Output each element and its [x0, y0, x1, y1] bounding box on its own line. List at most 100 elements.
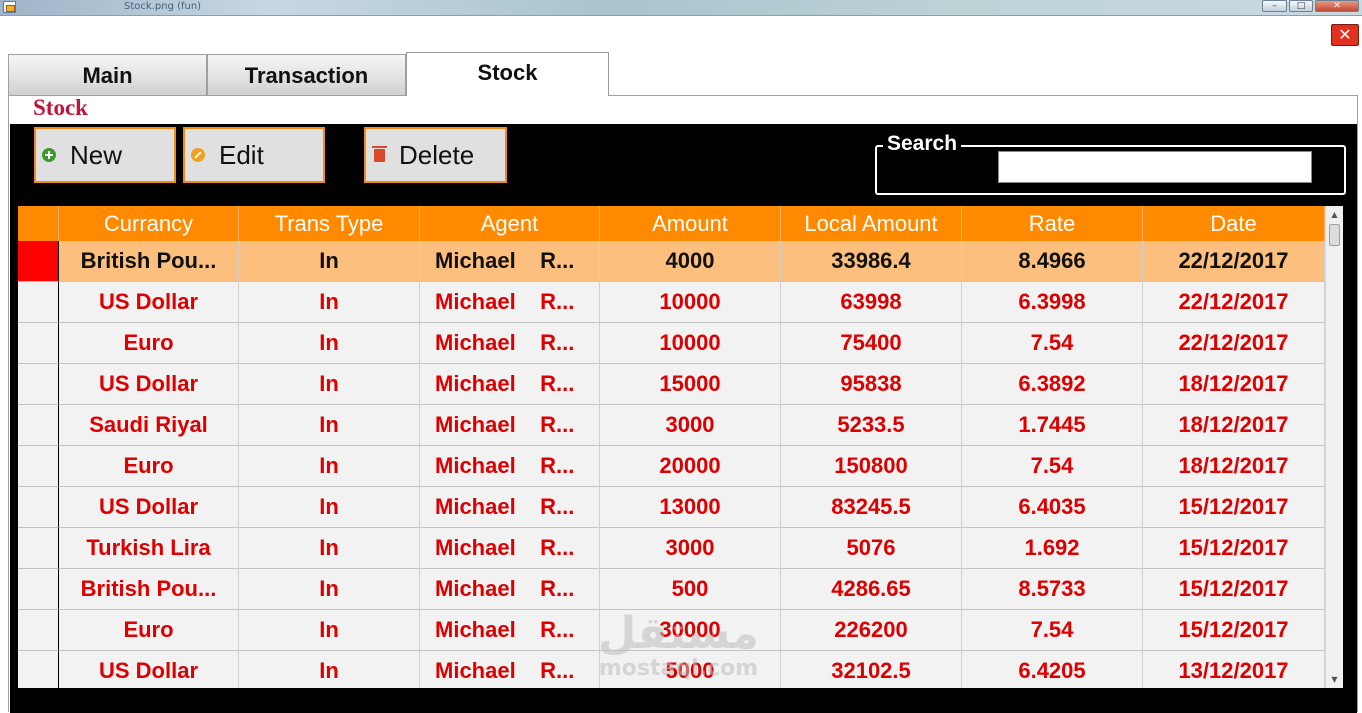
table-cell[interactable]: Michael R...	[420, 241, 600, 282]
table-cell[interactable]: In	[239, 610, 420, 651]
table-cell[interactable]: 15/12/2017	[1143, 569, 1325, 610]
row-selector[interactable]	[18, 405, 59, 446]
table-cell[interactable]: 32102.5	[781, 651, 962, 688]
table-row[interactable]: US Dollar In Michael R... 5000 32102.5 6.4205…	[18, 651, 1325, 688]
tab-transaction[interactable]: Transaction	[207, 54, 406, 96]
table-cell[interactable]: 13/12/2017	[1143, 651, 1325, 688]
stock-grid[interactable]: Currancy Trans Type Agent Amount Local Amoun…	[18, 206, 1325, 688]
table-cell[interactable]: 83245.5	[781, 487, 962, 528]
row-selector[interactable]	[18, 610, 59, 651]
table-cell[interactable]: 30000	[600, 610, 781, 651]
tab-stock[interactable]: Stock	[406, 52, 609, 96]
new-button[interactable]: New	[34, 127, 176, 183]
table-cell[interactable]: Euro	[59, 610, 239, 651]
table-cell[interactable]: 15/12/2017	[1143, 528, 1325, 569]
table-cell[interactable]: 22/12/2017	[1143, 241, 1325, 282]
table-cell[interactable]: Michael R...	[420, 487, 600, 528]
table-cell[interactable]: 1.692	[962, 528, 1143, 569]
table-cell[interactable]: In	[239, 405, 420, 446]
table-cell[interactable]: 6.4205	[962, 651, 1143, 688]
table-cell[interactable]: 22/12/2017	[1143, 282, 1325, 323]
table-cell[interactable]: Michael R...	[420, 569, 600, 610]
table-cell[interactable]: In	[239, 569, 420, 610]
table-cell[interactable]: In	[239, 446, 420, 487]
table-cell[interactable]: 6.3892	[962, 364, 1143, 405]
scroll-up-arrow-icon[interactable]: ▲	[1326, 206, 1343, 223]
minimize-button[interactable]: –	[1262, 0, 1287, 12]
row-selector[interactable]	[18, 364, 59, 405]
table-cell[interactable]: Euro	[59, 323, 239, 364]
table-cell[interactable]: Michael R...	[420, 610, 600, 651]
table-cell[interactable]: Saudi Riyal	[59, 405, 239, 446]
table-cell[interactable]: Euro	[59, 446, 239, 487]
table-cell[interactable]: 7.54	[962, 446, 1143, 487]
table-cell[interactable]: 63998	[781, 282, 962, 323]
table-cell[interactable]: 18/12/2017	[1143, 405, 1325, 446]
table-cell[interactable]: 226200	[781, 610, 962, 651]
table-cell[interactable]: 22/12/2017	[1143, 323, 1325, 364]
table-cell[interactable]: 3000	[600, 528, 781, 569]
table-cell[interactable]: 33986.4	[781, 241, 962, 282]
table-cell[interactable]: 20000	[600, 446, 781, 487]
table-cell[interactable]: US Dollar	[59, 364, 239, 405]
table-cell[interactable]: In	[239, 241, 420, 282]
row-selector[interactable]	[18, 241, 59, 282]
search-input[interactable]	[998, 151, 1312, 183]
table-row[interactable]: US Dollar In Michael R... 15000 95838 6.3892 1…	[18, 364, 1325, 405]
table-cell[interactable]: 15000	[600, 364, 781, 405]
row-selector[interactable]	[18, 282, 59, 323]
column-header[interactable]: Amount	[600, 206, 781, 241]
table-cell[interactable]: 7.54	[962, 323, 1143, 364]
table-cell[interactable]: 8.4966	[962, 241, 1143, 282]
column-header[interactable]: Date	[1143, 206, 1325, 241]
table-cell[interactable]: 10000	[600, 323, 781, 364]
table-cell[interactable]: 8.5733	[962, 569, 1143, 610]
table-cell[interactable]: 18/12/2017	[1143, 446, 1325, 487]
window-close-button[interactable]: ✕	[1315, 0, 1359, 12]
table-cell[interactable]: 5076	[781, 528, 962, 569]
table-cell[interactable]: 15/12/2017	[1143, 610, 1325, 651]
column-header[interactable]: Rate	[962, 206, 1143, 241]
table-cell[interactable]: 5000	[600, 651, 781, 688]
table-cell[interactable]: Michael R...	[420, 651, 600, 688]
column-header[interactable]: Agent	[420, 206, 600, 241]
table-cell[interactable]: 5233.5	[781, 405, 962, 446]
scroll-down-arrow-icon[interactable]: ▼	[1326, 671, 1343, 688]
row-selector[interactable]	[18, 446, 59, 487]
table-row[interactable]: British Pou... In Michael R... 4000 33986.4 8…	[18, 241, 1325, 282]
table-cell[interactable]: 4286.65	[781, 569, 962, 610]
table-cell[interactable]: In	[239, 323, 420, 364]
table-cell[interactable]: In	[239, 487, 420, 528]
table-row[interactable]: Euro In Michael R... 10000 75400 7.54 22/12/20…	[18, 323, 1325, 364]
delete-button[interactable]: Delete	[364, 127, 507, 183]
table-cell[interactable]: Michael R...	[420, 323, 600, 364]
grid-scrollbar[interactable]: ▲ ▼	[1325, 206, 1343, 688]
table-cell[interactable]: 3000	[600, 405, 781, 446]
close-form-button[interactable]: ✕	[1331, 24, 1359, 46]
table-cell[interactable]: 18/12/2017	[1143, 364, 1325, 405]
table-row[interactable]: Turkish Lira In Michael R... 3000 5076 1.692 1…	[18, 528, 1325, 569]
table-cell[interactable]: 95838	[781, 364, 962, 405]
table-cell[interactable]: Michael R...	[420, 364, 600, 405]
table-row[interactable]: Euro In Michael R... 20000 150800 7.54 18/12/2…	[18, 446, 1325, 487]
table-cell[interactable]: British Pou...	[59, 569, 239, 610]
edit-button[interactable]: Edit	[183, 127, 325, 183]
table-cell[interactable]: US Dollar	[59, 651, 239, 688]
table-cell[interactable]: Michael R...	[420, 528, 600, 569]
tab-main[interactable]: Main	[8, 54, 207, 96]
row-selector[interactable]	[18, 651, 59, 688]
row-selector[interactable]	[18, 323, 59, 364]
table-row[interactable]: US Dollar In Michael R... 13000 83245.5 6.403…	[18, 487, 1325, 528]
row-selector[interactable]	[18, 569, 59, 610]
table-row[interactable]: US Dollar In Michael R... 10000 63998 6.3998 2…	[18, 282, 1325, 323]
table-row[interactable]: Saudi Riyal In Michael R... 3000 5233.5 1.744…	[18, 405, 1325, 446]
table-cell[interactable]: 150800	[781, 446, 962, 487]
table-cell[interactable]: British Pou...	[59, 241, 239, 282]
table-cell[interactable]: 6.3998	[962, 282, 1143, 323]
maximize-button[interactable]: □	[1289, 0, 1313, 12]
table-cell[interactable]: 13000	[600, 487, 781, 528]
table-cell[interactable]: Michael R...	[420, 405, 600, 446]
column-header[interactable]: Local Amount	[781, 206, 962, 241]
column-header[interactable]: Trans Type	[239, 206, 420, 241]
table-cell[interactable]: 500	[600, 569, 781, 610]
